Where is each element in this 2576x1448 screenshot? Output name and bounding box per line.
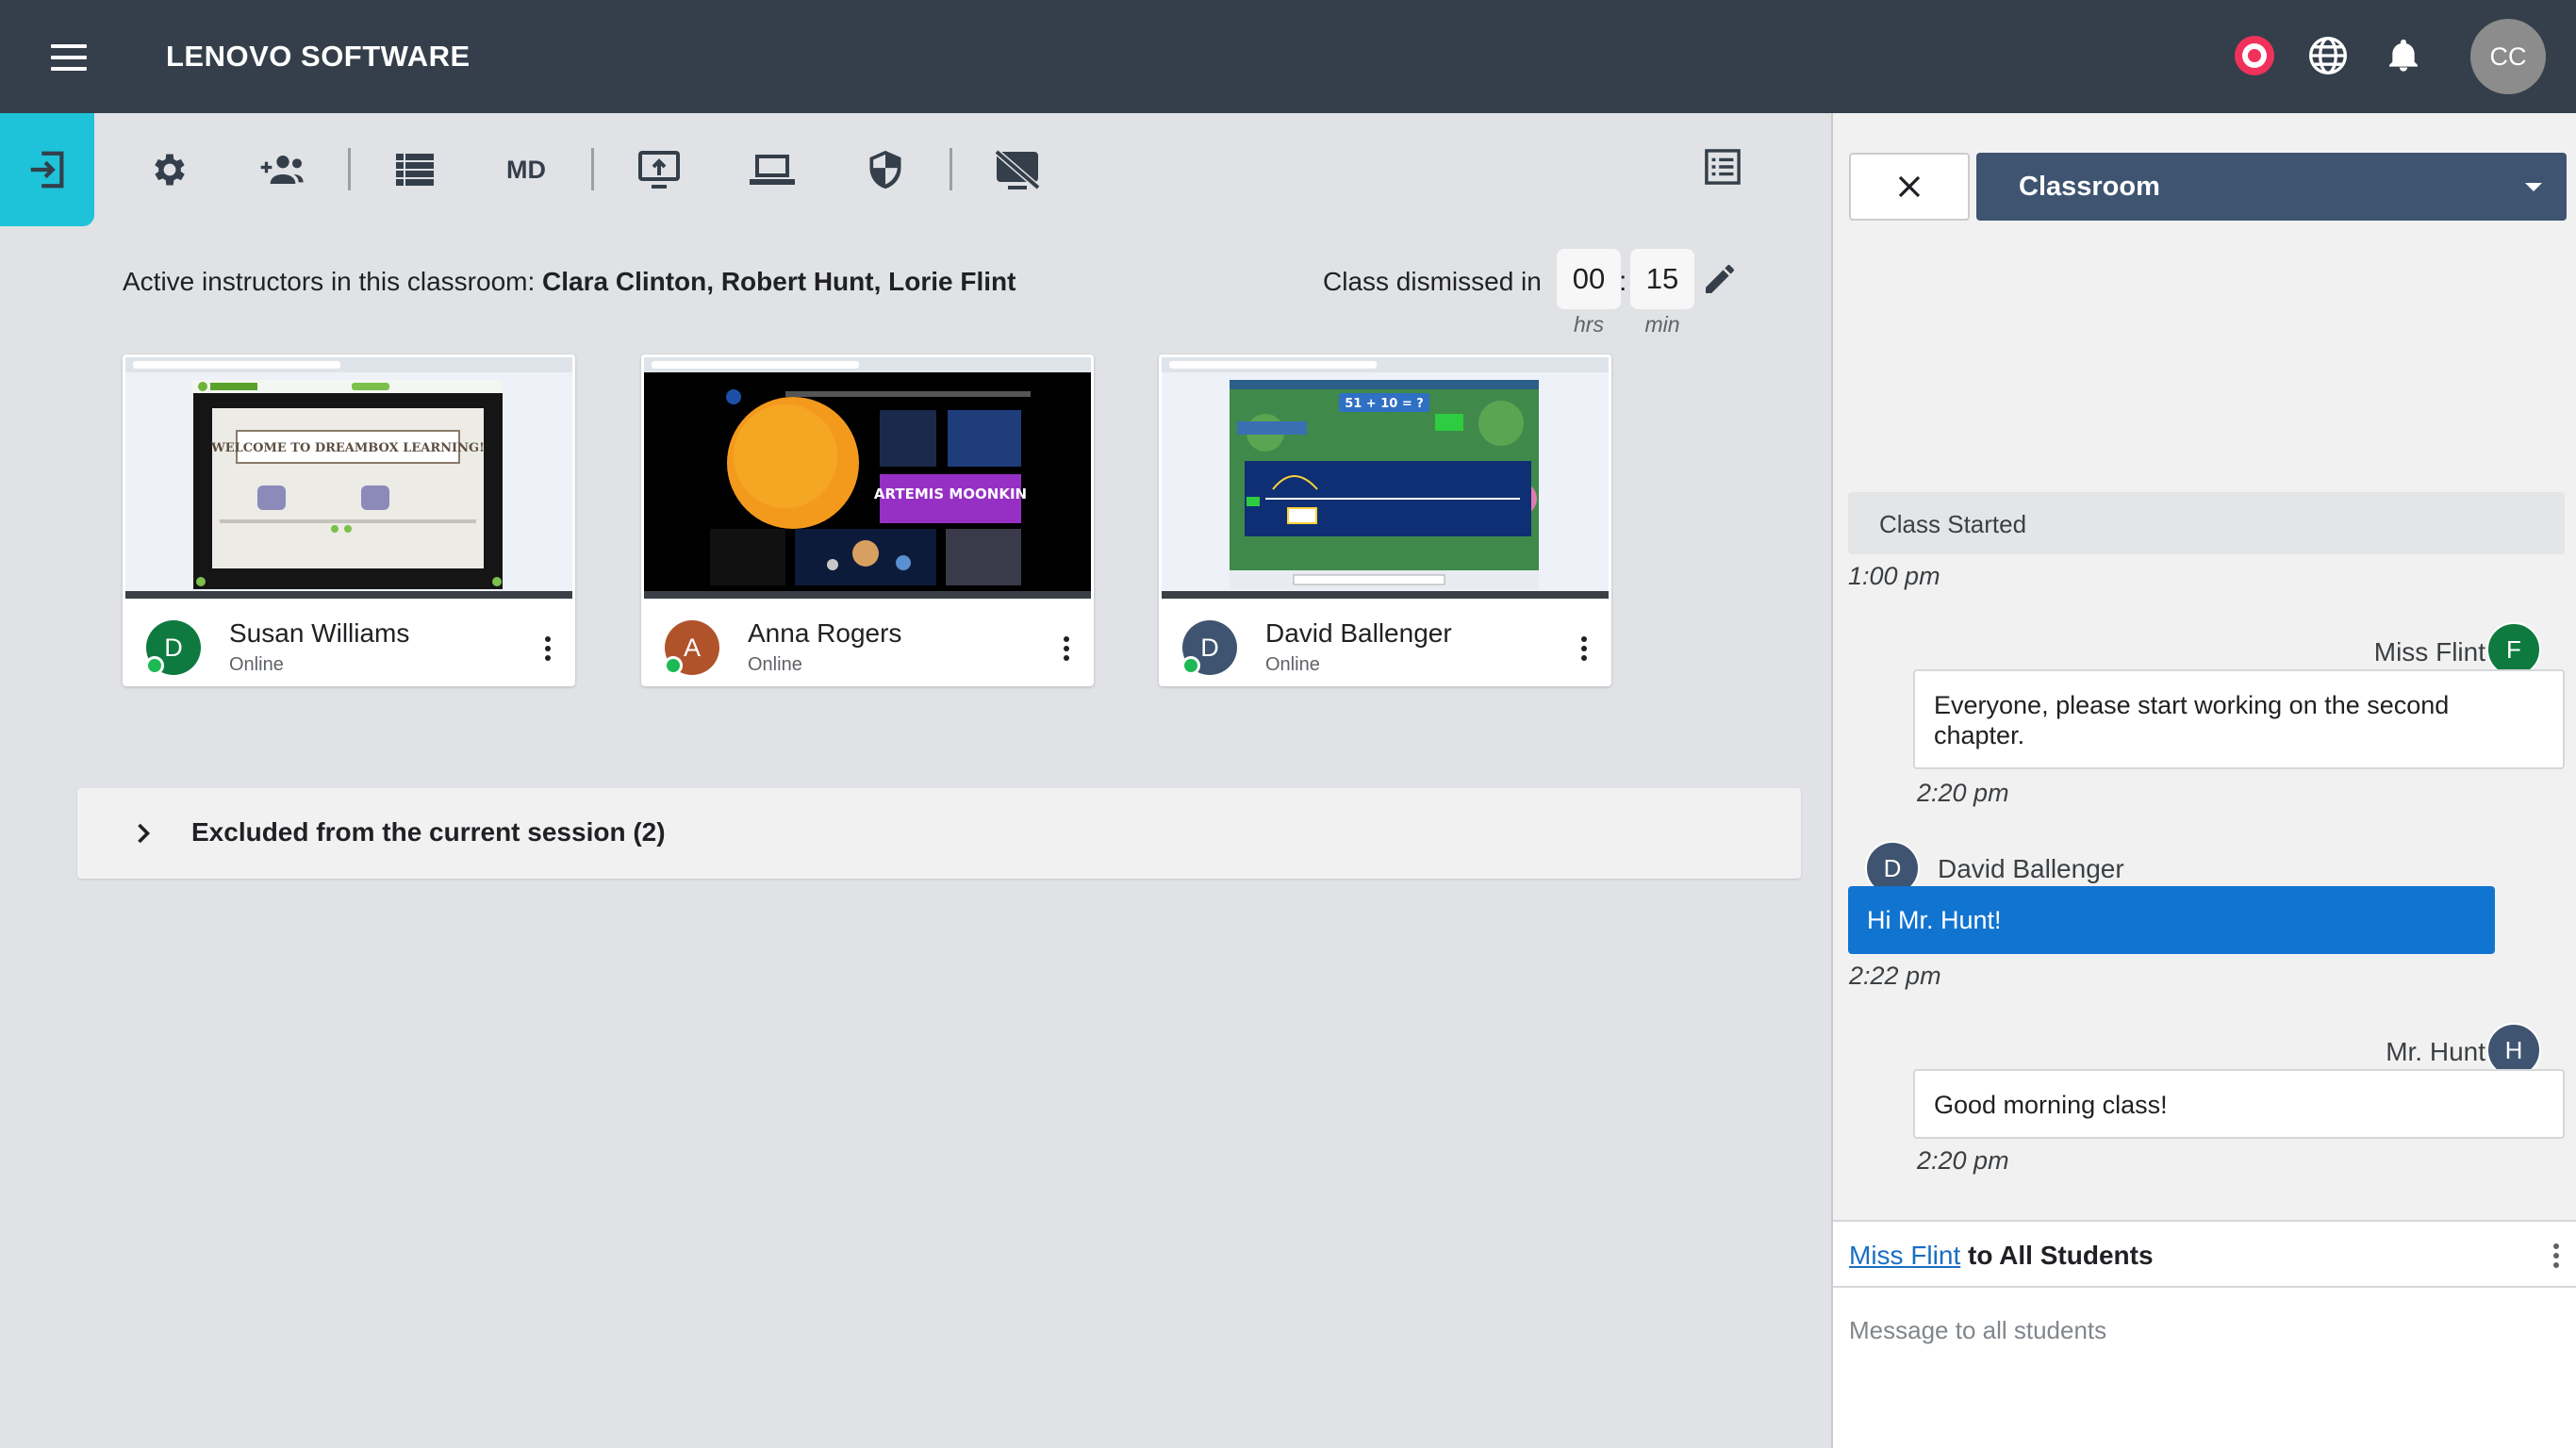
compose-more-icon[interactable] [2542,1237,2570,1275]
record-icon[interactable] [2231,32,2278,79]
thumbnail-text: WELCOME TO DREAMBOX LEARNING! [210,441,485,455]
hours-field[interactable]: 00 [1557,249,1621,309]
active-instructors: Active instructors in this classroom: Cl… [123,267,1016,297]
message-sender: Mr. Hunt [2386,1037,2485,1066]
toolbar-divider [348,148,351,190]
laptop-button[interactable] [744,141,801,198]
md-button[interactable]: MD [498,141,554,198]
online-status-dot [1181,656,1200,675]
toolbar-divider [949,148,952,190]
thumbnail-text: 51 + 10 = ? [1345,397,1424,411]
online-status-dot [664,656,683,675]
excluded-label: Excluded from the current session (2) [191,817,666,847]
exit-icon [30,151,64,189]
message-sender: Miss Flint [2373,637,2485,666]
compose-recipient: Miss Flint to All Students [1849,1241,2154,1271]
message-bubble-mine: Hi Mr. Hunt! [1848,886,2495,954]
group-add-icon [260,156,304,184]
notes-button[interactable] [1694,139,1751,195]
bell-icon[interactable] [2380,32,2427,79]
student-more-icon[interactable] [1570,630,1598,667]
system-message: Class Started [1848,492,2565,554]
student-name: Susan Williams [229,618,410,648]
compose-header: Miss Flint to All Students [1833,1220,2576,1288]
message-sender: David Ballenger [1938,854,2124,883]
settings-button[interactable] [141,141,198,198]
student-status: Online [748,654,802,675]
minutes-label: min [1644,312,1680,337]
system-message-text: Class Started [1879,510,2027,538]
add-group-button[interactable] [255,141,311,198]
message-input[interactable] [1833,1288,2576,1448]
thumbnail-text: ARTEMIS MOONKIN [874,485,1027,502]
student-name: Anna Rogers [748,618,902,648]
student-screen-thumbnail[interactable]: ARTEMIS MOONKIN [644,357,1091,599]
close-icon [1898,175,1921,198]
md-label: MD [506,155,546,184]
edit-icon[interactable] [1701,260,1742,302]
toolbar-divider [591,148,594,190]
student-screen-thumbnail[interactable]: WELCOME TO DREAMBOX LEARNING! [125,357,572,599]
message-bubble: Good morning class! [1913,1069,2565,1139]
student-card[interactable]: 51 + 10 = ? D David Ballenger Online [1159,354,1611,686]
security-button[interactable] [857,141,914,198]
app-title: LENOVO SOFTWARE [166,40,471,73]
chat-panel: Classroom Class Started 1:00 pm Miss Fli… [1831,113,2576,1448]
student-status: Online [1265,654,1320,675]
time-separator: : [1619,266,1627,297]
message-time: 2:20 pm [1917,1146,2009,1175]
screen-off-button[interactable] [989,141,1046,198]
student-card[interactable]: WELCOME TO DREAMBOX LEARNING! D Susan Wi… [123,354,575,686]
compose-target: to All Students [1968,1241,2154,1270]
chat-room-label: Classroom [2019,172,2160,202]
menu-icon[interactable] [51,44,87,71]
instructors-names: Clara Clinton, Robert Hunt, Lorie Flint [542,267,1016,296]
instructors-prefix: Active instructors in this classroom: [123,267,536,296]
hours-label: hrs [1574,312,1604,337]
compose-sender-link[interactable]: Miss Flint [1849,1241,1960,1270]
minutes-field[interactable]: 15 [1630,249,1694,309]
message-time: 1:00 pm [1848,562,1940,590]
student-more-icon[interactable] [534,630,562,667]
chevron-right-icon [138,823,151,844]
share-screen-icon [638,151,680,189]
student-more-icon[interactable] [1052,630,1081,667]
gear-icon [155,154,185,186]
top-bar: LENOVO SOFTWARE CC [0,0,2576,113]
notes-icon [1705,149,1741,185]
excluded-students-panel[interactable]: Excluded from the current session (2) [77,788,1801,879]
screen-off-icon [995,150,1040,189]
message-time: 2:20 pm [1917,779,2009,807]
dismiss-label: Class dismissed in [1323,267,1542,296]
laptop-icon [750,155,795,185]
share-screen-button[interactable] [631,141,687,198]
close-chat-button[interactable] [1849,153,1970,221]
student-name: David Ballenger [1265,618,1452,648]
exit-session-button[interactable] [0,113,94,226]
student-status: Online [229,654,284,675]
message-bubble: Everyone, please start working on the se… [1913,669,2565,769]
message-time: 2:22 pm [1849,962,1941,990]
student-screen-thumbnail[interactable]: 51 + 10 = ? [1162,357,1609,599]
online-status-dot [145,656,164,675]
globe-icon[interactable] [2304,32,2352,79]
student-card[interactable]: ARTEMIS MOONKIN A Anna Rogers Online [641,354,1094,686]
chevron-down-icon [2525,183,2542,191]
chat-room-select[interactable]: Classroom [1976,153,2567,221]
list-icon [396,154,434,186]
list-view-button[interactable] [387,141,443,198]
shield-icon [869,150,901,189]
user-avatar[interactable]: CC [2470,19,2546,94]
